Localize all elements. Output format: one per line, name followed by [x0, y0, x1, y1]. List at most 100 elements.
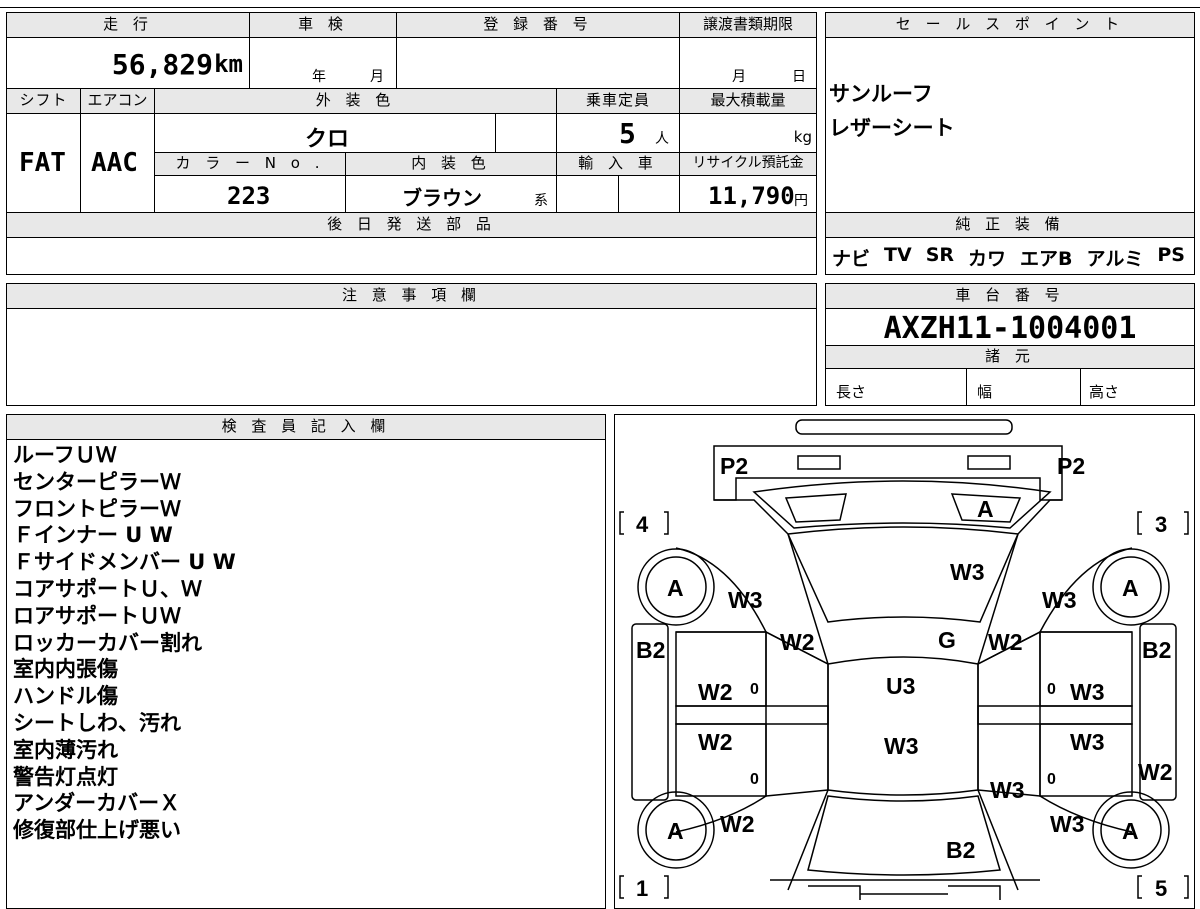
deadline-cell: 月 日	[679, 37, 817, 89]
spec-height-cell: 高さ	[1080, 368, 1195, 406]
import-cell-a	[556, 175, 619, 213]
shift-header: シフト	[6, 88, 81, 114]
label-b2-trunk: B2	[946, 837, 975, 863]
deadline-month-label: 月	[732, 69, 746, 85]
color-no-value: 223	[227, 182, 271, 210]
aircon-value: AAC	[91, 148, 138, 178]
remark-line: Ｆサイドメンバー U W	[13, 550, 236, 575]
sales-points-header: セ ー ル ス ポ イ ン ト	[825, 12, 1195, 38]
label-zero-2: 0	[1047, 681, 1056, 698]
recycle-value: 11,790	[708, 182, 795, 210]
equipment-list: ナビ TV SR カワ エアB アルミ PS PW	[832, 244, 1194, 271]
remark-line: フロントピラーＷ	[13, 496, 181, 521]
mileage-header: 走 行	[6, 12, 250, 38]
chassis-number: AXZH11-1004001	[883, 311, 1137, 346]
exterior-color-extra-cell	[495, 113, 557, 153]
remark-line: Ｆインナー U W	[13, 523, 173, 548]
front-panel-shape	[713, 445, 1063, 501]
label-w3-door-fr: W3	[1070, 679, 1105, 705]
remark-line: 警告灯点灯	[13, 764, 118, 789]
color-no-cell: 223	[154, 175, 346, 213]
label-w3-quarter: W3	[990, 777, 1025, 803]
remark-line: ルーフＵＷ	[13, 443, 117, 467]
remark-line: アンダーカバーＸ	[13, 791, 181, 816]
shift-value: FAT	[19, 148, 66, 178]
inspection-cell: 年 月	[249, 37, 397, 89]
rear-bumper-shape	[770, 879, 1040, 900]
capacity-unit: 人	[655, 131, 669, 147]
label-w2-door-fl: W2	[698, 679, 733, 705]
interior-color-cell: ブラウン 系	[345, 175, 557, 213]
equipment-item-alloy: アルミ	[1086, 248, 1144, 270]
left-door-divider-shape	[675, 705, 829, 725]
spec-header: 諸 元	[825, 345, 1195, 369]
label-w3-hood: W3	[950, 559, 985, 585]
recycle-header: リサイクル預託金	[679, 152, 817, 176]
spec-width-cell: 幅	[966, 368, 1081, 406]
label-w2-door-rl: W2	[698, 729, 733, 755]
exterior-color-header: 外 装 色	[154, 88, 557, 114]
rear-window-shape	[807, 795, 1001, 876]
capacity-value: 5	[619, 117, 636, 150]
color-no-header: カ ラ ー N o .	[154, 152, 346, 176]
label-zero-1: 0	[750, 681, 759, 698]
interior-color-value: ブラウン	[402, 186, 482, 210]
remark-line: ロッカーカバー割れ	[13, 630, 202, 655]
equipment-item-airbag: エアB	[1020, 248, 1073, 270]
equipment-item-ps: PS	[1157, 244, 1185, 266]
equipment-item-sr: SR	[925, 244, 955, 266]
shift-cell: FAT	[6, 113, 81, 213]
max-load-header: 最大積載量	[679, 88, 817, 114]
corner-label-3: 3	[1155, 512, 1167, 537]
notes-header: 注 意 事 項 欄	[6, 283, 817, 309]
recycle-cell: 11,790 円	[679, 175, 817, 213]
later-parts-header: 後 日 発 送 部 品	[6, 212, 817, 238]
sales-point-2: レザーシート	[829, 116, 955, 140]
label-w2-rear-left: W2	[720, 811, 755, 837]
inspector-remarks-list: ルーフＵＷ センターピラーＷ フロントピラーＷ Ｆインナー U W Ｆサイドメン…	[13, 442, 236, 844]
corner-label-5: 5	[1155, 876, 1167, 901]
headlight-right-shape	[967, 455, 1011, 470]
recycle-unit: 円	[794, 193, 808, 209]
chassis-header: 車 台 番 号	[825, 283, 1195, 309]
inspection-month-label: 月	[370, 69, 384, 85]
label-a-tire-fr: A	[1122, 575, 1139, 601]
label-w2-right-rear: W2	[1138, 759, 1173, 785]
mileage-cell: 56,829 km	[6, 37, 250, 89]
interior-color-header: 内 装 色	[345, 152, 557, 176]
equipment-cell: ナビ TV SR カワ エアB アルミ PS PW	[825, 237, 1195, 275]
label-a-windshield: A	[977, 496, 994, 522]
remark-line: コアサポートＵ、Ｗ	[13, 576, 202, 601]
front-bumper-shape	[795, 419, 1013, 435]
left-door-inner-shape	[765, 631, 829, 797]
chassis-cell: AXZH11-1004001	[825, 308, 1195, 346]
remark-line: センターピラーＷ	[13, 469, 181, 494]
equipment-header: 純 正 装 備	[825, 212, 1195, 238]
label-w3-door-rr: W3	[1070, 729, 1105, 755]
sales-points-cell: サンルーフ レザーシート	[825, 37, 1195, 213]
interior-color-suffix: 系	[534, 193, 548, 209]
capacity-cell: 5 人	[556, 113, 680, 153]
equipment-item-navi: ナビ	[832, 248, 871, 270]
label-a-tire-rr: A	[1122, 818, 1139, 844]
later-parts-cell	[6, 237, 817, 275]
label-u3-roof: U3	[886, 673, 915, 699]
mileage-unit: km	[214, 50, 243, 78]
spec-width-label: 幅	[977, 383, 993, 401]
label-g-glass: G	[938, 627, 956, 653]
mileage-value: 56,829	[111, 48, 213, 81]
label-w3-center: W3	[884, 733, 919, 759]
right-door-divider-shape	[977, 705, 1133, 725]
remark-line: 修復部仕上げ悪い	[13, 818, 181, 843]
notes-cell	[6, 308, 817, 406]
label-zero-3: 0	[750, 771, 759, 788]
label-w2-pillar-left: W2	[780, 629, 815, 655]
hood-shape	[752, 480, 1052, 529]
label-b2-left: B2	[636, 637, 665, 663]
deadline-day-label: 日	[792, 69, 806, 85]
deadline-header: 譲渡書類期限	[679, 12, 817, 38]
remark-line: ハンドル傷	[13, 684, 118, 709]
spec-height-label: 高さ	[1089, 383, 1120, 401]
exterior-color-cell: クロ	[154, 113, 496, 153]
aircon-header: エアコン	[80, 88, 155, 114]
